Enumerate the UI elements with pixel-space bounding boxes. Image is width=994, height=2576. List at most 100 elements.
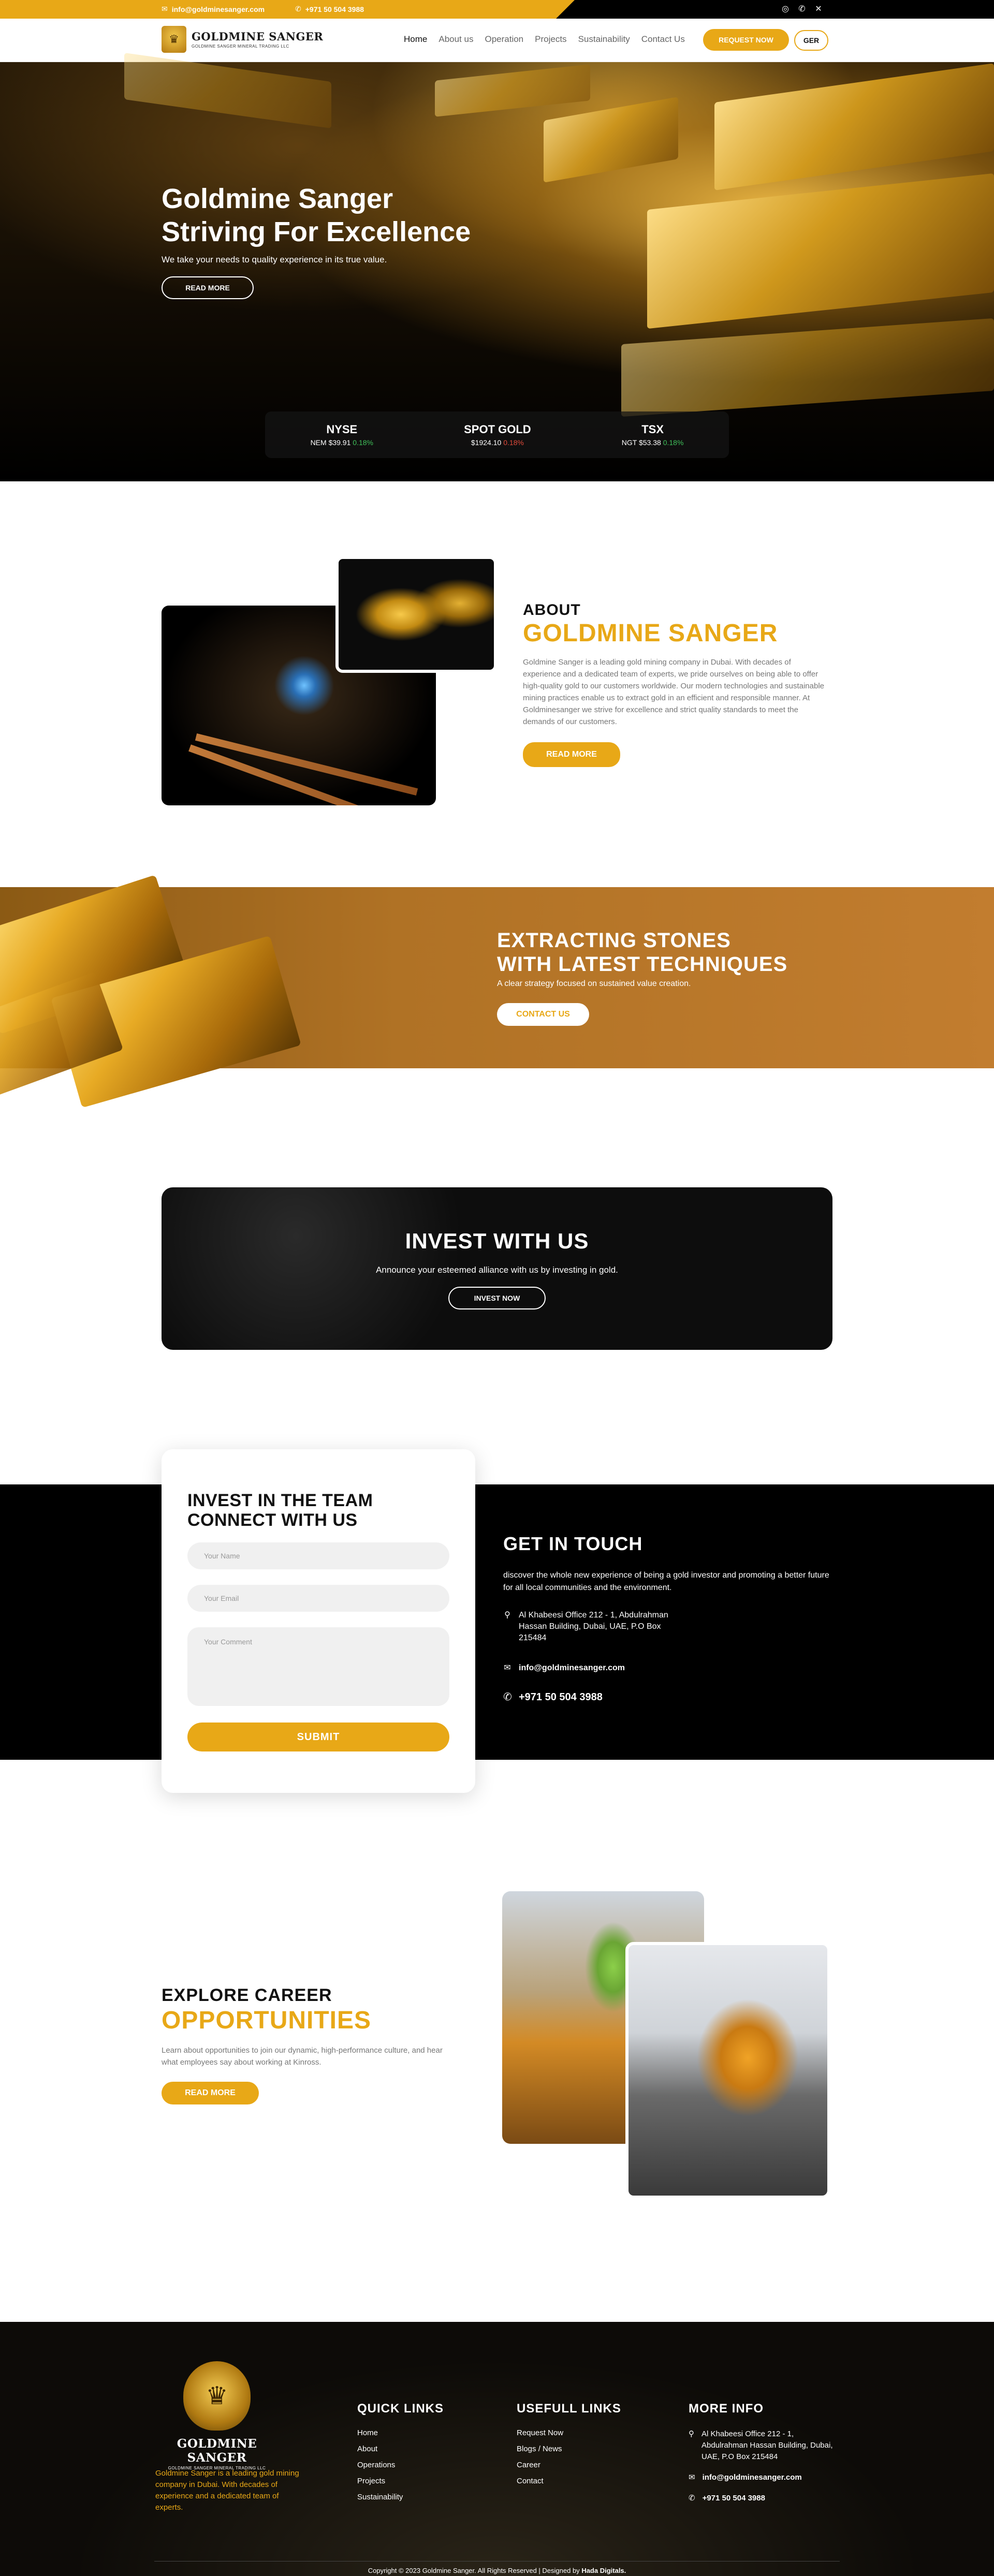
- hero-section: Goldmine Sanger Striving For Excellence W…: [0, 52, 994, 481]
- more-info: MORE INFO ⚲ Al Khabeesi Office 212 - 1, …: [689, 2402, 839, 2513]
- comment-field[interactable]: Your Comment: [187, 1627, 449, 1706]
- topbar-phone[interactable]: ✆ +971 50 504 3988: [295, 5, 364, 13]
- site-logo[interactable]: ♛ GOLDMINE SANGER GOLDMINE SANGER MINERA…: [162, 26, 323, 53]
- invest-now-button[interactable]: INVEST NOW: [448, 1287, 546, 1309]
- footer-address-text: Al Khabeesi Office 212 - 1, Abdulrahman …: [701, 2430, 833, 2461]
- whatsapp-icon[interactable]: ✆: [797, 5, 807, 14]
- footer-logo[interactable]: ♛ GOLDMINE SANGER GOLDMINE SANGER MINERA…: [153, 2361, 281, 2470]
- top-bar-accent: [0, 0, 575, 19]
- mail-icon: ✉: [504, 1664, 511, 1672]
- designer-link[interactable]: Hada Digitals.: [581, 2567, 626, 2574]
- form-title: INVEST IN THE TEAM CONNECT WITH US: [187, 1491, 373, 1530]
- footer-link-about[interactable]: About: [357, 2445, 444, 2453]
- ticker-change: 0.18%: [503, 438, 524, 447]
- ticker-value: NGT $53.38: [621, 438, 661, 447]
- footer-phone-text: +971 50 504 3988: [702, 2494, 765, 2503]
- invest-title: INVEST WITH US: [405, 1229, 589, 1253]
- hero-title: Goldmine Sanger Striving For Excellence: [162, 182, 524, 248]
- footer-email[interactable]: ✉ info@goldminesanger.com: [689, 2472, 839, 2483]
- topbar-email[interactable]: ✉ info@goldminesanger.com: [162, 5, 265, 13]
- main-nav: Home About us Operation Projects Sustain…: [404, 34, 685, 45]
- form-title-line2: CONNECT WITH US: [187, 1510, 358, 1530]
- logo-crest-icon: ♛: [183, 2361, 251, 2431]
- footer-email-text: info@goldminesanger.com: [702, 2473, 802, 2482]
- instagram-icon[interactable]: ◎: [781, 5, 790, 14]
- ticker-name: NYSE: [326, 423, 358, 436]
- quick-links-title: QUICK LINKS: [357, 2402, 444, 2416]
- logo-subtitle: GOLDMINE SANGER MINERAL TRADING LLC: [192, 44, 289, 49]
- nav-projects[interactable]: Projects: [535, 34, 566, 45]
- site-footer: ♛ GOLDMINE SANGER GOLDMINE SANGER MINERA…: [0, 2322, 994, 2576]
- career-read-more-button[interactable]: READ MORE: [162, 2082, 259, 2104]
- contact-address: ⚲ Al Khabeesi Office 212 - 1, Abdulrahma…: [503, 1610, 674, 1644]
- get-in-touch-title: GET IN TOUCH: [503, 1533, 643, 1554]
- hero-read-more-button[interactable]: READ MORE: [162, 276, 254, 299]
- footer-link-sustainability[interactable]: Sustainability: [357, 2493, 444, 2501]
- contact-address-text: Al Khabeesi Office 212 - 1, Abdulrahman …: [519, 1611, 668, 1642]
- more-info-title: MORE INFO: [689, 2402, 764, 2416]
- email-field[interactable]: Your Email: [187, 1585, 449, 1612]
- phone-icon: ✆: [295, 5, 301, 13]
- nav-operation[interactable]: Operation: [485, 34, 523, 45]
- footer-phone[interactable]: ✆ +971 50 504 3988: [689, 2493, 839, 2504]
- footer-link-operations[interactable]: Operations: [357, 2461, 444, 2469]
- footer-address: ⚲ Al Khabeesi Office 212 - 1, Abdulrahma…: [689, 2428, 839, 2463]
- x-icon[interactable]: ✕: [814, 5, 823, 14]
- ticker-nyse: NYSE NEM $39.91 0.18%: [311, 423, 373, 447]
- nav-home[interactable]: Home: [404, 34, 427, 45]
- topbar-email-text: info@goldminesanger.com: [171, 5, 265, 13]
- mail-icon: ✉: [689, 2473, 695, 2482]
- invest-form-card: INVEST IN THE TEAM CONNECT WITH US Your N…: [162, 1449, 475, 1793]
- get-in-touch-body: discover the whole new experience of bei…: [503, 1571, 829, 1592]
- contact-phone[interactable]: ✆ +971 50 504 3988: [503, 1691, 603, 1703]
- gold-nugget-image: [335, 556, 497, 673]
- invest-subtitle: Announce your esteemed alliance with us …: [376, 1265, 618, 1275]
- contact-email[interactable]: ✉ info@goldminesanger.com: [503, 1662, 625, 1674]
- footer-link-request[interactable]: Request Now: [517, 2428, 621, 2437]
- about-read-more-button[interactable]: READ MORE: [523, 742, 620, 767]
- stock-ticker: NYSE NEM $39.91 0.18% SPOT GOLD $1924.10…: [265, 411, 729, 458]
- footer-link-home[interactable]: Home: [357, 2428, 444, 2437]
- career-eyebrow: EXPLORE CAREER: [162, 1985, 332, 2005]
- ticker-name: SPOT GOLD: [464, 423, 531, 436]
- contact-us-button[interactable]: CONTACT US: [497, 1003, 589, 1026]
- nav-sustainability[interactable]: Sustainability: [578, 34, 630, 45]
- career-body: Learn about opportunities to join our dy…: [162, 2046, 443, 2067]
- nav-contact[interactable]: Contact Us: [641, 34, 685, 45]
- form-title-line1: INVEST IN THE TEAM: [187, 1491, 373, 1510]
- footer-link-career[interactable]: Career: [517, 2461, 621, 2469]
- name-field[interactable]: Your Name: [187, 1542, 449, 1569]
- extract-title-line1: EXTRACTING STONES: [497, 929, 731, 952]
- language-switch[interactable]: GER: [794, 30, 828, 51]
- footer-link-blogs[interactable]: Blogs / News: [517, 2445, 621, 2453]
- useful-links: USEFULL LINKS Request Now Blogs / News C…: [517, 2402, 621, 2493]
- location-pin-icon: ⚲: [504, 1611, 510, 1620]
- about-title: GOLDMINE SANGER: [523, 620, 778, 647]
- useful-links-title: USEFULL LINKS: [517, 2402, 621, 2416]
- ticker-change: 0.18%: [353, 438, 373, 447]
- hero-subtitle: We take your needs to quality experience…: [162, 255, 387, 264]
- nav-about[interactable]: About us: [438, 34, 473, 45]
- about-body: Goldmine Sanger is a leading gold mining…: [523, 658, 824, 726]
- social-links: ◎ ✆ ✕: [781, 5, 823, 14]
- ticker-name: TSX: [641, 423, 664, 436]
- about-eyebrow: ABOUT: [523, 601, 581, 619]
- extract-subtitle: A clear strategy focused on sustained va…: [497, 979, 691, 988]
- extract-title-line2: WITH LATEST TECHNIQUES: [497, 953, 788, 976]
- ticker-spot-gold: SPOT GOLD $1924.10 0.18%: [464, 423, 531, 447]
- mail-icon: ✉: [162, 5, 168, 13]
- request-now-button[interactable]: REQUEST NOW: [703, 29, 789, 51]
- footer-link-contact[interactable]: Contact: [517, 2477, 621, 2485]
- ticker-tsx: TSX NGT $53.38 0.18%: [622, 423, 684, 447]
- contact-phone-text: +971 50 504 3988: [519, 1691, 603, 1703]
- ticker-value: NEM $39.91: [310, 438, 351, 447]
- site-header: ♛ GOLDMINE SANGER GOLDMINE SANGER MINERA…: [0, 19, 994, 62]
- hero-title-line2: Striving For Excellence: [162, 216, 471, 247]
- footer-link-projects[interactable]: Projects: [357, 2477, 444, 2485]
- logo-name: GOLDMINE SANGER: [192, 30, 324, 43]
- contact-band: [0, 1484, 994, 1760]
- quick-links: QUICK LINKS Home About Operations Projec…: [357, 2402, 444, 2509]
- ticker-change: 0.18%: [663, 438, 684, 447]
- submit-button[interactable]: SUBMIT: [187, 1723, 449, 1751]
- extract-title: EXTRACTING STONES WITH LATEST TECHNIQUES: [497, 929, 787, 976]
